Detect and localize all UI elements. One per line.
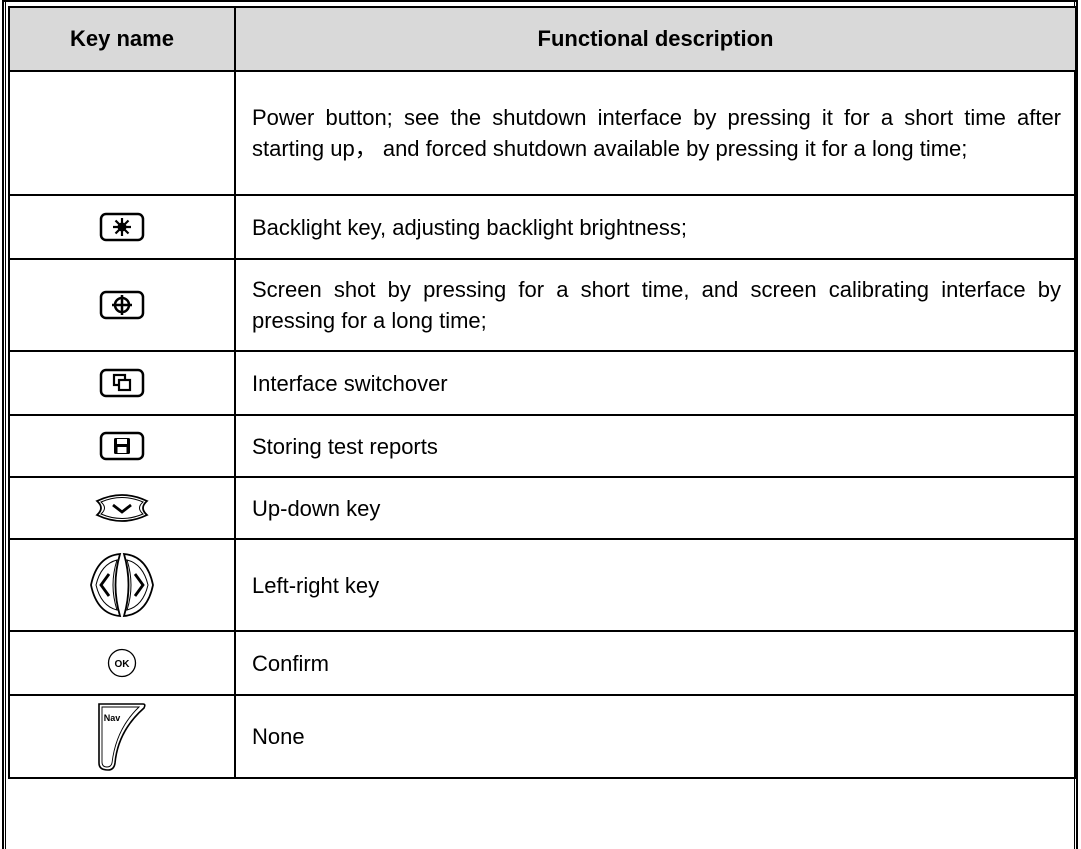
table-row: OK Confirm <box>8 630 1077 696</box>
description-cell: Up-down key <box>234 476 1077 540</box>
key-cell-backlight <box>8 194 236 260</box>
table-row: Screen shot by pressing for a short time… <box>8 258 1077 352</box>
svg-text:OK: OK <box>115 659 131 670</box>
description-cell: Left-right key <box>234 538 1077 632</box>
left-right-key-icon <box>87 552 157 618</box>
key-cell-screenshot <box>8 258 236 352</box>
description-cell: Backlight key, adjusting backlight brigh… <box>234 194 1077 260</box>
description-cell: Storing test reports <box>234 414 1077 478</box>
key-function-table: Key name Functional description Power bu… <box>8 6 1077 779</box>
up-down-key-icon <box>93 494 151 522</box>
header-functional-description: Functional description <box>234 6 1077 72</box>
key-cell-ok: OK <box>8 630 236 696</box>
table-row: Storing test reports <box>8 414 1077 478</box>
screenshot-key-icon <box>99 290 145 320</box>
switch-interface-key-icon <box>99 368 145 398</box>
description-cell: Interface switchover <box>234 350 1077 416</box>
table-row: Up-down key <box>8 476 1077 540</box>
key-cell-up-down <box>8 476 236 540</box>
page-border-left <box>2 0 6 849</box>
table-row: Backlight key, adjusting backlight brigh… <box>8 194 1077 260</box>
description-cell: Power button; see the shutdown interface… <box>234 70 1077 196</box>
description-cell: Screen shot by pressing for a short time… <box>234 258 1077 352</box>
nav-key-icon: Nav <box>96 702 148 771</box>
table-row: Nav None <box>8 694 1077 779</box>
document-page: Key name Functional description Power bu… <box>0 0 1081 849</box>
description-cell: None <box>234 694 1077 779</box>
header-key-name: Key name <box>8 6 236 72</box>
key-cell-switch <box>8 350 236 416</box>
key-cell-save <box>8 414 236 478</box>
table-header-row: Key name Functional description <box>8 6 1077 72</box>
table-row: Left-right key <box>8 538 1077 632</box>
key-cell-power <box>8 70 236 196</box>
table-row: Interface switchover <box>8 350 1077 416</box>
backlight-key-icon <box>99 212 145 242</box>
table-row: Power button; see the shutdown interface… <box>8 70 1077 196</box>
description-cell: Confirm <box>234 630 1077 696</box>
key-cell-left-right <box>8 538 236 632</box>
ok-key-icon: OK <box>106 648 138 678</box>
save-key-icon <box>99 431 145 461</box>
key-cell-nav: Nav <box>8 694 236 779</box>
svg-text:Nav: Nav <box>104 713 121 723</box>
